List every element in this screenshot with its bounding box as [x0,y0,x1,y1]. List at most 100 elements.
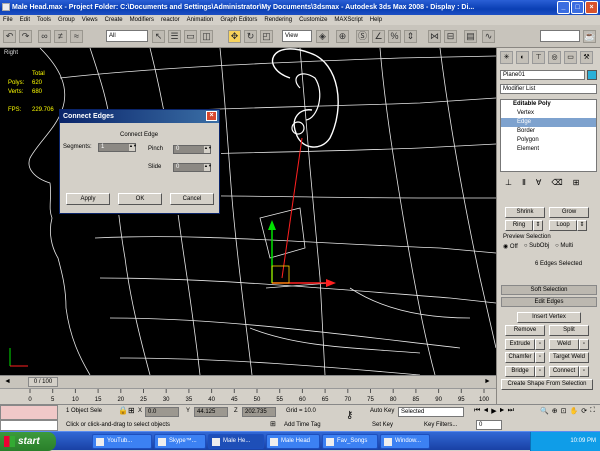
rotate-icon[interactable]: ↻ [244,30,257,43]
hierarchy-tab-icon[interactable]: ⊤ [532,51,545,64]
taskbar-item[interactable]: Skype™... [154,434,206,449]
radio-subobj[interactable]: ○ SubObj [524,243,549,250]
menu-create[interactable]: Create [105,15,123,25]
key-icon[interactable]: ⚷ [346,410,353,421]
menu-animation[interactable]: Animation [187,15,214,25]
connect-button[interactable]: Connect [549,366,579,377]
auto-key-button[interactable]: Auto Key [370,408,394,414]
unlink-icon[interactable]: ≠ [54,30,67,43]
motion-tab-icon[interactable]: ◎ [548,51,561,64]
layer-manager-icon[interactable]: ▤ [464,30,477,43]
modify-tab-icon[interactable]: ◐ [516,51,529,64]
align-icon[interactable]: ⊟ [444,30,457,43]
next-frame-icon[interactable]: ► [484,378,491,385]
weld-settings-icon[interactable]: ▫ [579,339,589,350]
time-slider[interactable]: 0 / 100 [28,377,58,387]
create-tab-icon[interactable]: ✳ [500,51,513,64]
taskbar-item[interactable]: YouTub... [92,434,152,449]
menu-customize[interactable]: Customize [299,15,327,25]
key-mode-dropdown[interactable]: Selected [398,407,464,417]
stack-item-element[interactable]: Element [501,145,596,154]
zoom-all-icon[interactable]: ⊕ [552,407,558,415]
angle-snap-icon[interactable]: ∠ [372,30,385,43]
bridge-button[interactable]: Bridge [505,366,535,377]
loop-button[interactable]: Loop [549,220,577,231]
spinner-arrows-icon[interactable]: ▲▼ [129,144,137,151]
current-frame-field[interactable]: 0 [476,420,502,430]
ring-button[interactable]: Ring [505,220,533,231]
menu-rendering[interactable]: Rendering [264,15,292,25]
play-icon[interactable]: ▶ [491,407,496,415]
curve-editor-icon[interactable]: ∿ [482,30,495,43]
start-button[interactable]: start [0,432,56,451]
y-coordinate-field[interactable]: 44.125 [194,407,228,417]
create-shape-button[interactable]: Create Shape From Selection [501,379,593,390]
remove-modifier-icon[interactable]: ⌫ [551,178,562,187]
zoom-extents-icon[interactable]: ⊡ [561,407,567,415]
loop-spinner[interactable]: ⇕ [577,220,587,231]
mirror-icon[interactable]: ⋈ [428,30,441,43]
taskbar-item[interactable]: Male Head [266,434,320,449]
scale-icon[interactable]: ◰ [260,30,273,43]
stack-item-vertex[interactable]: Vertex [501,109,596,118]
bind-space-warp-icon[interactable]: ≈ [70,30,83,43]
extrude-settings-icon[interactable]: ▫ [535,339,545,350]
menu-views[interactable]: Views [82,15,98,25]
z-coordinate-field[interactable]: 202.735 [242,407,276,417]
spinner-arrows-icon[interactable]: ▲▼ [204,164,212,171]
ok-button[interactable]: OK [118,193,162,205]
prev-frame-icon[interactable]: ◄ [4,378,11,385]
selection-filter-dropdown[interactable]: All [106,30,148,42]
insert-vertex-button[interactable]: Insert Vertex [517,312,581,323]
menu-tools[interactable]: Tools [37,15,51,25]
viewport-label[interactable]: Right [4,50,18,56]
extrude-button[interactable]: Extrude [505,339,535,350]
object-color-swatch[interactable] [587,70,597,80]
window-crossing-icon[interactable]: ◫ [200,30,213,43]
radio-multi[interactable]: ○ Multi [555,243,573,250]
stack-item-edge[interactable]: Edge [501,118,596,127]
named-selection-dropdown[interactable] [540,30,580,42]
object-name-field[interactable]: Plane01 [500,70,585,80]
maxscript-listener[interactable] [0,405,58,420]
goto-start-icon[interactable]: ⏮ [474,407,480,415]
split-button[interactable]: Split [549,325,589,336]
absolute-mode-icon[interactable]: ⊞ [128,406,135,415]
key-filters-button[interactable]: Key Filters... [424,422,457,428]
manipulate-icon[interactable]: ⊕ [336,30,349,43]
connect-settings-icon[interactable]: ▫ [579,366,589,377]
pin-stack-icon[interactable]: ⊥ [505,178,512,187]
menu-group[interactable]: Group [58,15,75,25]
shrink-button[interactable]: Shrink [505,207,545,218]
reference-coordinate-dropdown[interactable]: View [282,30,312,42]
add-time-tag[interactable]: Add Time Tag [284,422,321,428]
make-unique-icon[interactable]: ∀ [536,178,541,187]
next-key-icon[interactable]: ► [499,407,506,415]
segments-spinner[interactable]: 1 ▲▼ [98,143,137,152]
ring-spinner[interactable]: ⇕ [533,220,543,231]
undo-icon[interactable]: ↶ [3,30,16,43]
display-tab-icon[interactable]: ▭ [564,51,577,64]
taskbar-item[interactable]: Fav_Songs [322,434,378,449]
weld-button[interactable]: Weld [549,339,579,350]
menu-help[interactable]: Help [370,15,382,25]
selection-region-icon[interactable]: ▭ [184,30,197,43]
set-key-button[interactable]: Set Key [372,422,393,428]
menu-file[interactable]: File [3,15,13,25]
radio-off[interactable]: ◉ Off [503,243,518,250]
snap-toggle-icon[interactable]: Ⓢ [356,30,369,43]
percent-snap-icon[interactable]: % [388,30,401,43]
stack-item-border[interactable]: Border [501,127,596,136]
move-icon[interactable]: ✥ [228,30,241,43]
target-weld-button[interactable]: Target Weld [549,352,589,363]
goto-end-icon[interactable]: ⏭ [508,407,514,415]
pan-icon[interactable]: ✋ [569,407,578,415]
chamfer-settings-icon[interactable]: ▫ [535,352,545,363]
clock[interactable]: 10:09 PM [570,438,596,444]
modifier-list-dropdown[interactable]: Modifier List [500,84,597,94]
lock-selection-icon[interactable]: 🔒 [118,406,128,415]
remove-button[interactable]: Remove [505,325,545,336]
redo-icon[interactable]: ↷ [19,30,32,43]
link-icon[interactable]: ∞ [38,30,51,43]
edit-edges-rollout[interactable]: Edit Edges [501,297,597,307]
